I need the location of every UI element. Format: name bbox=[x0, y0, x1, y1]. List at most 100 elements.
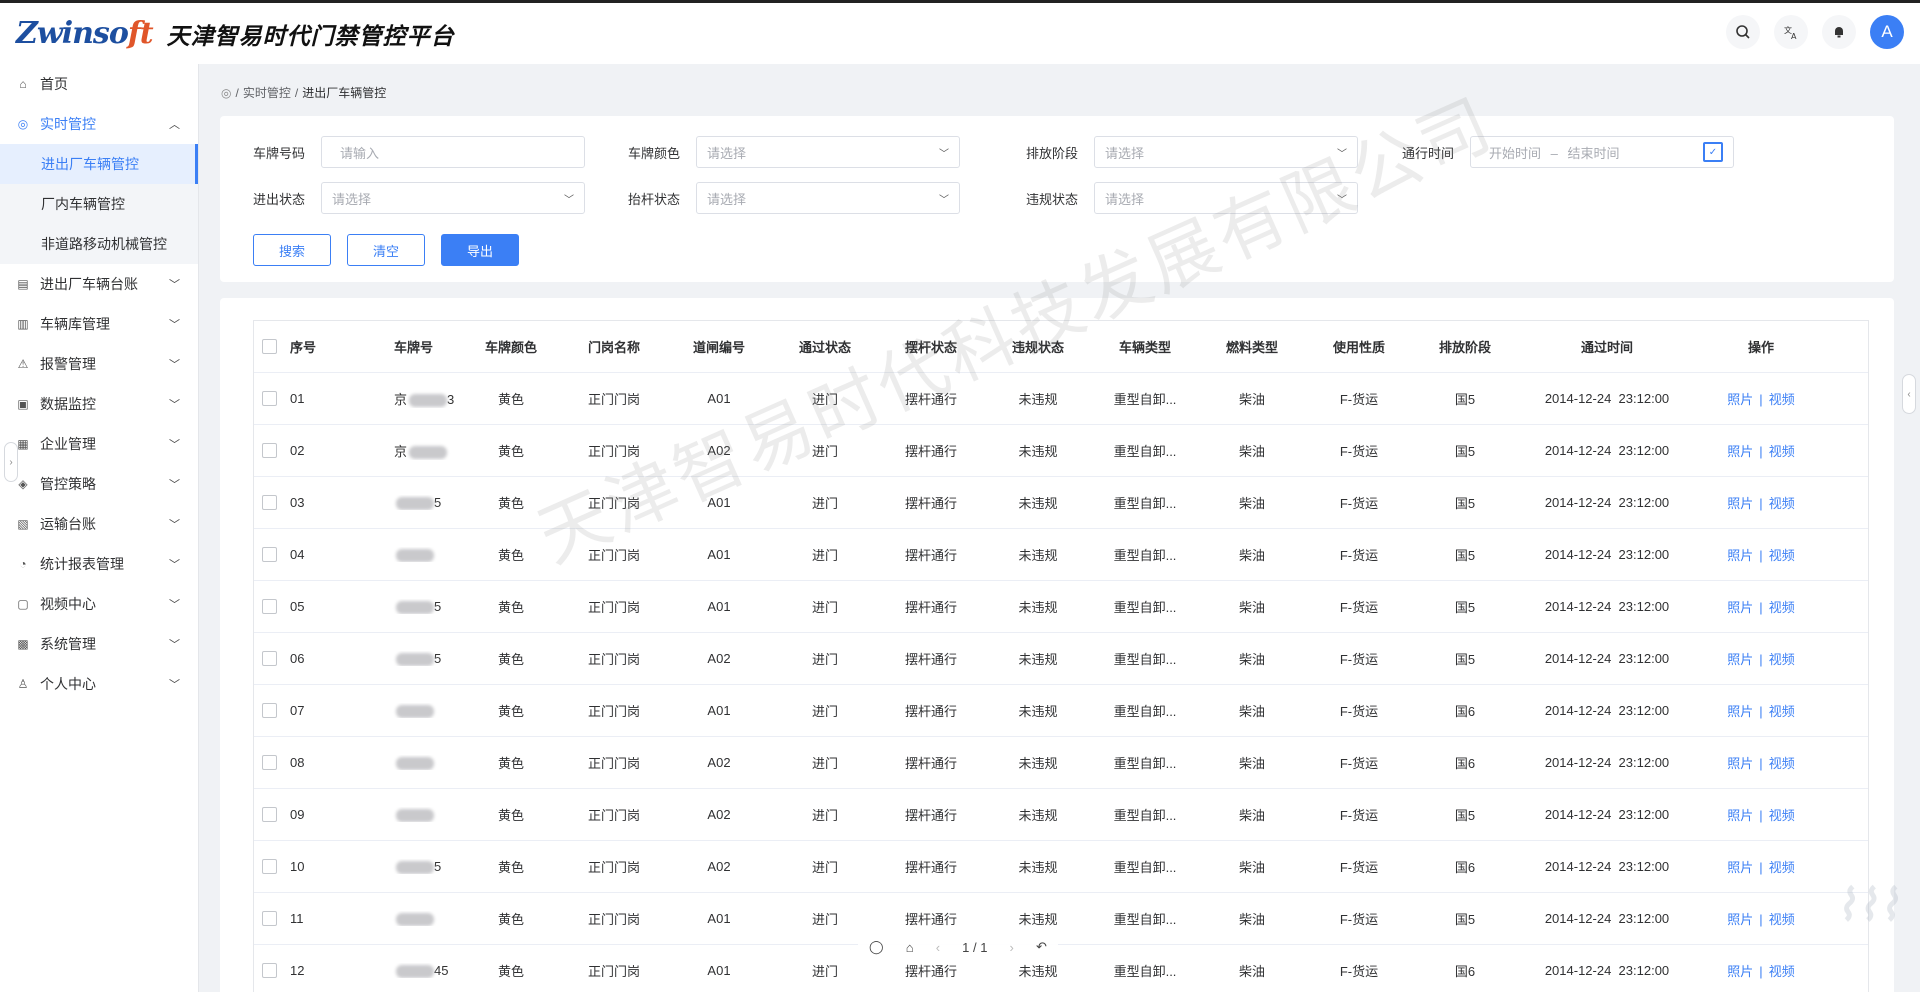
video-link[interactable]: 视频 bbox=[1769, 808, 1795, 823]
video-link[interactable]: 视频 bbox=[1769, 600, 1795, 615]
sidebar-item-strategy[interactable]: ◈ 管控策略 ﹀ bbox=[0, 464, 198, 504]
cell-stage: 国5 bbox=[1454, 912, 1476, 927]
cell-use: F-货运 bbox=[1339, 496, 1379, 511]
export-button[interactable]: 导出 bbox=[441, 234, 519, 266]
breadcrumb-parent[interactable]: 实时管控 bbox=[243, 84, 291, 101]
right-collapse-handle[interactable]: ‹ bbox=[1902, 374, 1916, 414]
chevron-down-icon: ﹀ bbox=[169, 519, 180, 531]
row-checkbox[interactable] bbox=[254, 547, 284, 562]
sidebar-item-vehicle-ledger[interactable]: ▤ 进出厂车辆台账 ﹀ bbox=[0, 264, 198, 304]
clear-button[interactable]: 清空 bbox=[347, 234, 425, 266]
next-page-icon[interactable]: › bbox=[1010, 940, 1014, 955]
logo[interactable]: Zwinsoft 天津智易时代门禁管控平台 bbox=[16, 16, 455, 51]
video-link[interactable]: 视频 bbox=[1769, 392, 1795, 407]
photo-link[interactable]: 照片 bbox=[1727, 808, 1753, 823]
sidebar-item-vehicle-library[interactable]: ▥ 车辆库管理 ﹀ bbox=[0, 304, 198, 344]
row-checkbox[interactable] bbox=[254, 495, 284, 510]
emission-stage-select[interactable]: 请选择 ﹀ bbox=[1094, 136, 1358, 168]
sidebar-item-transport-ledger[interactable]: ▧ 运输台账 ﹀ bbox=[0, 504, 198, 544]
row-checkbox[interactable] bbox=[254, 703, 284, 718]
bar-status-select[interactable]: 请选择 ﹀ bbox=[696, 182, 960, 214]
video-link[interactable]: 视频 bbox=[1769, 548, 1795, 563]
table-row[interactable]: 12 45 黄色 正门门岗 A01 进门 摆杆通行 未违规 重型自卸... 柴油 F-货运 国6 201… bbox=[254, 945, 1868, 992]
table-row[interactable]: 03 5 黄色 正门门岗 A01 进门 摆杆通行 未违规 重型自卸... 柴油 F-货运 国5 2014… bbox=[254, 477, 1868, 529]
sidebar-item-statistics[interactable]: ◔ 统计报表管理 ﹀ bbox=[0, 544, 198, 584]
video-link[interactable]: 视频 bbox=[1769, 756, 1795, 771]
sidebar-collapse-handle[interactable]: › bbox=[4, 442, 18, 482]
table-row[interactable]: 08 黄色 正门门岗 A02 进门 摆杆通行 未违规 重型自卸... 柴油 F-货运 国6 2014-… bbox=[254, 737, 1868, 789]
sidebar-item-personal[interactable]: ♙ 个人中心 ﹀ bbox=[0, 664, 198, 704]
home-icon: ⌂ bbox=[19, 77, 27, 91]
photo-link[interactable]: 照片 bbox=[1727, 392, 1753, 407]
date-range-picker[interactable]: 开始时间 – 结束时间 ✓ bbox=[1470, 136, 1734, 168]
sidebar-subitem-inplant-control[interactable]: 厂内车辆管控 bbox=[0, 184, 198, 224]
plate-input[interactable]: 请输入 bbox=[321, 136, 585, 168]
photo-link[interactable]: 照片 bbox=[1727, 860, 1753, 875]
select-all-checkbox[interactable] bbox=[254, 339, 284, 354]
photo-link[interactable]: 照片 bbox=[1727, 704, 1753, 719]
table-row[interactable]: 04 黄色 正门门岗 A01 进门 摆杆通行 未违规 重型自卸... 柴油 F-货运 国5 2014-… bbox=[254, 529, 1868, 581]
home-icon[interactable]: ⌂ bbox=[906, 940, 914, 955]
sidebar-subitem-nonroad-machinery[interactable]: 非道路移动机械管控 bbox=[0, 224, 198, 264]
photo-link[interactable]: 照片 bbox=[1727, 444, 1753, 459]
table-row[interactable]: 05 5 黄色 正门门岗 A01 进门 摆杆通行 未违规 重型自卸... 柴油 F-货运 国5 2014… bbox=[254, 581, 1868, 633]
undo-icon[interactable]: ↶ bbox=[1036, 939, 1047, 955]
sidebar-item-enterprise[interactable]: ▦ 企业管理 ﹀ bbox=[0, 424, 198, 464]
video-link[interactable]: 视频 bbox=[1769, 496, 1795, 511]
photo-link[interactable]: 照片 bbox=[1727, 652, 1753, 667]
table-row[interactable]: 10 5 黄色 正门门岗 A02 进门 摆杆通行 未违规 重型自卸... 柴油 F-货运 国6 2014… bbox=[254, 841, 1868, 893]
cell-fuel: 柴油 bbox=[1238, 808, 1265, 823]
translate-icon[interactable]: 文A bbox=[1774, 15, 1808, 49]
photo-link[interactable]: 照片 bbox=[1727, 496, 1753, 511]
video-link[interactable]: 视频 bbox=[1769, 704, 1795, 719]
sidebar-item-data-monitor[interactable]: ▣ 数据监控 ﹀ bbox=[0, 384, 198, 424]
table-row[interactable]: 06 5 黄色 正门门岗 A02 进门 摆杆通行 未违规 重型自卸... 柴油 F-货运 国5 2014… bbox=[254, 633, 1868, 685]
video-link[interactable]: 视频 bbox=[1769, 912, 1795, 927]
sidebar-subitem-entry-exit-control[interactable]: 进出厂车辆管控 bbox=[0, 144, 198, 184]
video-link[interactable]: 视频 bbox=[1769, 860, 1795, 875]
table-panel: 序号 车牌号 车牌颜色 门岗名称 道闸编号 通过状态 摆杆状态 违规状态 车辆类… bbox=[220, 298, 1894, 992]
video-link[interactable]: 视频 bbox=[1769, 652, 1795, 667]
table-row[interactable]: 01 京 3 黄色 正门门岗 A01 进门 摆杆通行 未违规 重型自卸... 柴油 F-货运 国5 201… bbox=[254, 373, 1868, 425]
photo-link[interactable]: 照片 bbox=[1727, 756, 1753, 771]
photo-link[interactable]: 照片 bbox=[1727, 548, 1753, 563]
calendar-icon[interactable]: ✓ bbox=[1703, 142, 1723, 162]
row-checkbox[interactable] bbox=[254, 807, 284, 822]
video-link[interactable]: 视频 bbox=[1769, 444, 1795, 459]
date-sep: – bbox=[1550, 145, 1558, 161]
inout-select[interactable]: 请选择 ﹀ bbox=[321, 182, 585, 214]
row-checkbox[interactable] bbox=[254, 391, 284, 406]
comment-icon[interactable]: ◯ bbox=[869, 939, 884, 955]
photo-link[interactable]: 照片 bbox=[1727, 964, 1753, 979]
sidebar-item-video-center[interactable]: ▢ 视频中心 ﹀ bbox=[0, 584, 198, 624]
table-row[interactable]: 11 黄色 正门门岗 A01 进门 摆杆通行 未违规 重型自卸... 柴油 F-货运 国5 2014-… bbox=[254, 893, 1868, 945]
row-checkbox[interactable] bbox=[254, 859, 284, 874]
logo-mark: Zwinsoft bbox=[16, 16, 154, 51]
table-row[interactable]: 02 京 黄色 正门门岗 A02 进门 摆杆通行 未违规 重型自卸... 柴油 F-货运 国5 2014… bbox=[254, 425, 1868, 477]
table-row[interactable]: 07 黄色 正门门岗 A01 进门 摆杆通行 未违规 重型自卸... 柴油 F-货运 国6 2014-… bbox=[254, 685, 1868, 737]
photo-link[interactable]: 照片 bbox=[1727, 912, 1753, 927]
sidebar-item-home[interactable]: ⌂ 首页 bbox=[0, 64, 198, 104]
avatar[interactable]: A bbox=[1870, 15, 1904, 49]
cell-time: 2014-12-24 23:12:00 bbox=[1544, 391, 1670, 406]
sidebar-item-alarm[interactable]: ⚠ 报警管理 ﹀ bbox=[0, 344, 198, 384]
row-checkbox[interactable] bbox=[254, 963, 284, 978]
photo-link[interactable]: 照片 bbox=[1727, 600, 1753, 615]
row-checkbox[interactable] bbox=[254, 755, 284, 770]
violation-select[interactable]: 请选择 ﹀ bbox=[1094, 182, 1358, 214]
row-checkbox[interactable] bbox=[254, 599, 284, 614]
row-checkbox[interactable] bbox=[254, 911, 284, 926]
search-icon[interactable] bbox=[1726, 15, 1760, 49]
bell-icon[interactable] bbox=[1822, 15, 1856, 49]
video-link[interactable]: 视频 bbox=[1769, 964, 1795, 979]
table-row[interactable]: 09 黄色 正门门岗 A02 进门 摆杆通行 未违规 重型自卸... 柴油 F-货运 国5 2014-… bbox=[254, 789, 1868, 841]
search-button[interactable]: 搜索 bbox=[253, 234, 331, 266]
sidebar-item-system[interactable]: ▩ 系统管理 ﹀ bbox=[0, 624, 198, 664]
sidebar-item-realtime-control[interactable]: ◎ 实时管控 ︿ bbox=[0, 104, 198, 144]
chevron-down-icon: ﹀ bbox=[1337, 194, 1347, 206]
plate-color-select[interactable]: 请选择 ﹀ bbox=[696, 136, 960, 168]
row-checkbox[interactable] bbox=[254, 443, 284, 458]
filter-panel: 车牌号码 请输入 车牌颜色 请选择 ﹀ 排放阶段 请选择 ﹀ 通行时间 开始时间 –… bbox=[220, 116, 1894, 282]
row-checkbox[interactable] bbox=[254, 651, 284, 666]
prev-page-icon[interactable]: ‹ bbox=[936, 940, 940, 955]
